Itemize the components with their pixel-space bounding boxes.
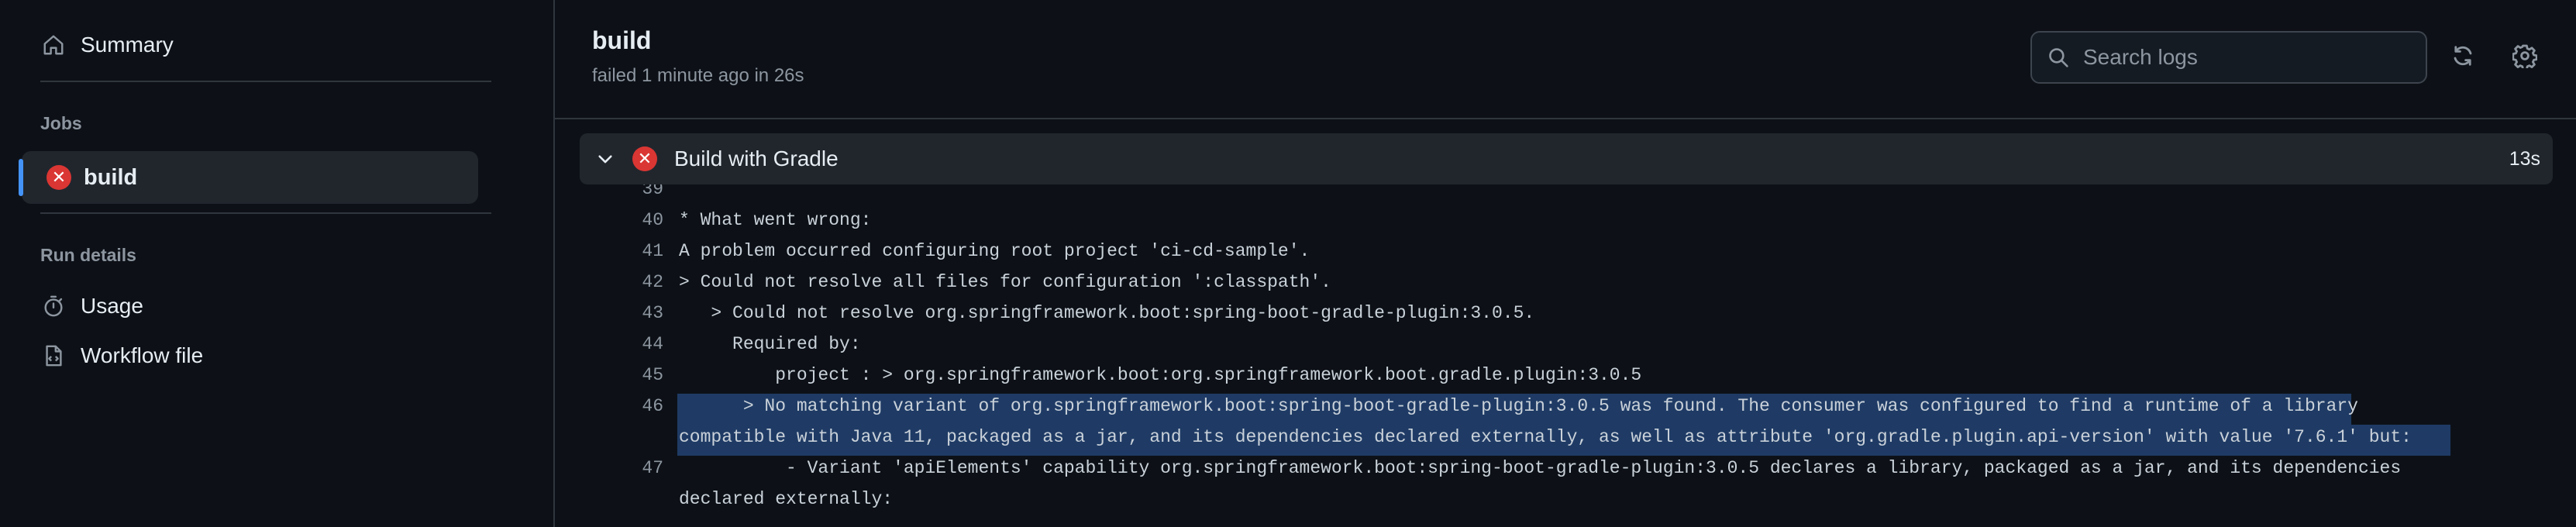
sidebar-item-usage[interactable]: Usage bbox=[40, 284, 143, 328]
log-line: > Could not resolve all files for config… bbox=[679, 272, 1331, 292]
sidebar: Summary Jobs ✕ build Run details Usage W… bbox=[0, 0, 555, 527]
log-output: 39 40 * What went wrong: 41 A problem oc… bbox=[555, 184, 2576, 527]
run-details-heading: Run details bbox=[40, 245, 136, 265]
settings-button[interactable] bbox=[2506, 39, 2543, 76]
log-line: Required by: bbox=[679, 334, 861, 354]
log-line: * What went wrong: bbox=[679, 210, 872, 230]
log-line: A problem occurred configuring root proj… bbox=[679, 241, 1310, 261]
job-header: build failed 1 minute ago in 26s bbox=[555, 0, 2576, 119]
jobs-heading: Jobs bbox=[40, 113, 82, 133]
search-input[interactable] bbox=[2082, 44, 2407, 71]
sync-icon bbox=[2450, 43, 2475, 72]
chevron-down-icon[interactable] bbox=[592, 146, 618, 172]
line-number[interactable]: 45 bbox=[555, 360, 663, 391]
search-logs-box[interactable] bbox=[2030, 31, 2427, 84]
line-number[interactable]: 47 bbox=[555, 453, 663, 484]
gear-icon bbox=[2512, 43, 2538, 72]
stopwatch-icon bbox=[40, 293, 67, 319]
job-label: build bbox=[84, 164, 138, 190]
log-line: declared externally: bbox=[679, 489, 894, 509]
line-number[interactable]: 41 bbox=[555, 236, 663, 267]
app-root: Summary Jobs ✕ build Run details Usage W… bbox=[0, 0, 2576, 527]
home-icon bbox=[40, 32, 67, 58]
log-line: project : > org.springframework.boot:org… bbox=[679, 365, 1642, 385]
line-number[interactable]: 39 bbox=[555, 184, 663, 205]
line-number[interactable]: 42 bbox=[555, 267, 663, 298]
log-line: > No matching variant of org.springframe… bbox=[679, 396, 2358, 416]
main-panel: build failed 1 minute ago in 26s Search … bbox=[555, 0, 2576, 527]
refresh-button[interactable] bbox=[2444, 39, 2481, 76]
job-status-text: failed 1 minute ago in 26s bbox=[592, 65, 804, 86]
sidebar-item-job-build[interactable]: ✕ build bbox=[19, 151, 478, 204]
log-line: > Could not resolve org.springframework.… bbox=[679, 303, 1535, 323]
search-icon bbox=[2046, 45, 2071, 70]
sidebar-item-label: Usage bbox=[81, 294, 143, 318]
sidebar-divider bbox=[40, 212, 491, 214]
step-name: Build with Gradle bbox=[674, 146, 839, 170]
sidebar-item-workflow-file[interactable]: Workflow file bbox=[40, 334, 203, 377]
sidebar-item-label: Summary bbox=[81, 33, 174, 57]
x-circle-fail-icon: ✕ bbox=[46, 165, 71, 190]
active-indicator bbox=[19, 159, 23, 196]
sidebar-item-summary[interactable]: Summary bbox=[40, 23, 174, 67]
step-duration: 13s bbox=[2509, 147, 2540, 170]
step-build-with-gradle[interactable]: ✕ Build with Gradle 13s bbox=[580, 133, 2553, 184]
line-number[interactable]: 46 bbox=[555, 391, 663, 422]
log-line: compatible with Java 11, packaged as a j… bbox=[679, 427, 2412, 447]
line-number[interactable]: 40 bbox=[555, 205, 663, 236]
line-number[interactable]: 43 bbox=[555, 298, 663, 329]
line-number[interactable]: 44 bbox=[555, 329, 663, 360]
sidebar-item-label: Workflow file bbox=[81, 343, 204, 367]
x-circle-fail-icon: ✕ bbox=[632, 146, 657, 171]
sidebar-divider bbox=[40, 81, 491, 82]
file-code-icon bbox=[40, 343, 67, 369]
log-line: - Variant 'apiElements' capability org.s… bbox=[679, 458, 2402, 478]
page-title: build bbox=[592, 26, 652, 54]
